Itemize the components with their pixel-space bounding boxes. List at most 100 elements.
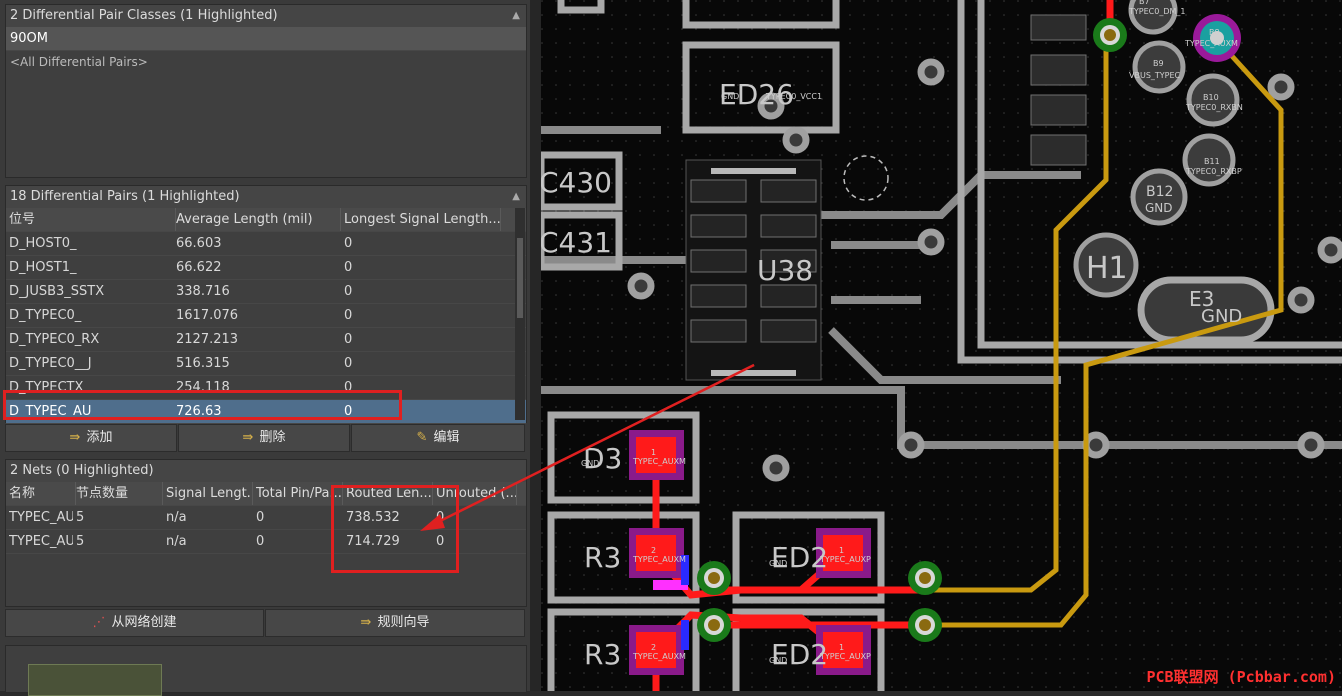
edit-button[interactable]: ✎ 编辑 [351,424,525,452]
pad-label: GND [769,656,787,665]
pcb-label: C430 [541,166,612,199]
cell-total: 0 [256,510,265,525]
table-row[interactable]: D_TYPEC0_ 1617.076 0 [6,304,526,328]
pcb-panel: 2 Differential Pair Classes (1 Highlight… [0,0,530,696]
cell-avg-length: 1617.076 [176,308,239,323]
pcb-label: GND [1145,201,1173,215]
pad-label: TYPEC0_RXBP [1185,167,1242,176]
scroll-thumb[interactable] [517,238,523,318]
pad-label: TYPEC_AUXM [1184,39,1238,48]
pcb-label: R3 [584,638,621,671]
pcb-label: U38 [757,254,813,287]
pad-label: 1 [839,546,844,555]
collapse-icon[interactable]: ▲ [512,186,520,208]
net-button-bar: ⋰ 从网络创建 ⇛ 规则向导 [5,609,525,637]
pad-label: B11 [1204,157,1220,166]
edit-icon: ✎ [416,430,428,445]
pad-label: TYPEC0_RXBN [1185,103,1243,112]
cell-longest: 0 [344,356,353,371]
class-item[interactable]: 90OM [6,27,526,51]
pairs-column-header: 位号 Average Length (mil) Longest Signal L… [6,208,526,232]
pad-label: B8 [1209,28,1220,37]
column-total-pin[interactable]: Total Pin/Pa... [256,482,343,505]
class-item[interactable]: <All Differential Pairs> [6,51,526,74]
cell-nodes: 5 [76,534,85,549]
cell-avg-length: 66.622 [176,260,222,275]
pcb-label: R3 [584,541,621,574]
column-longest[interactable]: Longest Signal Length... [344,208,501,231]
cell-longest: 0 [344,308,353,323]
cell-signal: n/a [166,510,187,525]
rule-wizard-button[interactable]: ⇛ 规则向导 [265,609,525,637]
cell-signal: n/a [166,534,187,549]
pair-button-bar: ⇛ 添加 ⇛ 删除 ✎ 编辑 [5,424,525,452]
cell-name: TYPEC_AU [9,510,73,525]
cell-designator: D_TYPEC0_ [9,308,82,323]
delete-button[interactable]: ⇛ 删除 [178,424,350,452]
pcb-canvas[interactable]: ED26 C430 C431 U38 H1 E3 R3 R3 ED2 ED2 D… [541,0,1342,691]
cell-avg-length: 2127.213 [176,332,239,347]
pairs-header: 18 Differential Pairs (1 Highlighted) ▲ [6,186,526,208]
pcb-label: B12 [1146,184,1173,200]
table-row[interactable]: D_TYPEC0__J 516.315 0 [6,352,526,376]
delete-icon: ⇛ [242,430,254,445]
cell-nodes: 5 [76,510,85,525]
pad-label: TYPEC_AUXP [819,555,871,564]
create-from-nets-button[interactable]: ⋰ 从网络创建 [5,609,264,637]
collapse-icon[interactable]: ▲ [512,5,520,27]
cell-avg-length: 66.603 [176,236,222,251]
pad-label: B7 [1139,0,1150,6]
splitter[interactable] [530,0,541,691]
cell-name: TYPEC_AU [9,534,73,549]
board-thumbnail [28,664,162,696]
table-row[interactable]: D_TYPEC0_RX 2127.213 0 [6,328,526,352]
cell-avg-length: 338.716 [176,284,230,299]
cell-longest: 0 [344,332,353,347]
watermark: PCB联盟网 (Pcbbar.com) [1146,668,1337,686]
pcb-label: GND [1201,306,1242,327]
nets-header-label: 2 Nets (0 Highlighted) [10,463,154,478]
classes-section: 2 Differential Pair Classes (1 Highlight… [5,4,527,178]
pcb-label: C431 [541,226,612,259]
pad-label: 1 [839,643,844,652]
pad-label: 2 [651,546,656,555]
cell-avg-length: 516.315 [176,356,230,371]
nets-icon: ⋰ [92,615,106,630]
pad-label: TYPEC0_DM_1 [1128,7,1185,16]
cell-longest: 0 [344,284,353,299]
pad-label: TYPEC_AUXP [819,652,871,661]
column-avg-length[interactable]: Average Length (mil) [176,208,341,231]
cell-designator: D_TYPEC0_RX [9,332,100,347]
pad-label: B9 [1153,59,1164,68]
pad-label: VBUS_TYPEC [1129,71,1181,80]
highlight-box [3,390,402,420]
cell-designator: D_HOST0_ [9,236,77,251]
pad-label: TYPEC_AUXM [632,555,686,564]
column-name[interactable]: 名称 [6,482,76,505]
classes-header-label: 2 Differential Pair Classes (1 Highlight… [10,8,278,23]
nets-header: 2 Nets (0 Highlighted) [6,460,526,482]
pcb-label: H1 [1086,251,1128,286]
highlight-box [331,485,459,573]
pad-label: GND [769,559,787,568]
column-designator[interactable]: 位号 [6,208,176,231]
column-signal-length[interactable]: Signal Lengt... [166,482,253,505]
pad-label: TYPEC0_VCC1 [765,92,822,101]
mini-viewer[interactable] [5,645,527,696]
cell-longest: 0 [344,260,353,275]
add-button[interactable]: ⇛ 添加 [5,424,177,452]
pad-label: TYPEC_AUXM [632,652,686,661]
table-row[interactable]: D_JUSB3_SSTX 338.716 0 [6,280,526,304]
pairs-header-label: 18 Differential Pairs (1 Highlighted) [10,189,240,204]
pad-label: B10 [1203,93,1219,102]
table-row[interactable]: D_HOST1_ 66.622 0 [6,256,526,280]
pad-label: GND [721,92,739,101]
pairs-scrollbar[interactable] [515,208,525,420]
table-row[interactable]: D_HOST0_ 66.603 0 [6,232,526,256]
pairs-section: 18 Differential Pairs (1 Highlighted) ▲ … [5,185,527,424]
pad-label: 1 [651,448,656,457]
cell-designator: D_JUSB3_SSTX [9,284,105,299]
column-nodes[interactable]: 节点数量 [76,482,163,505]
cell-total: 0 [256,534,265,549]
cell-longest: 0 [344,236,353,251]
